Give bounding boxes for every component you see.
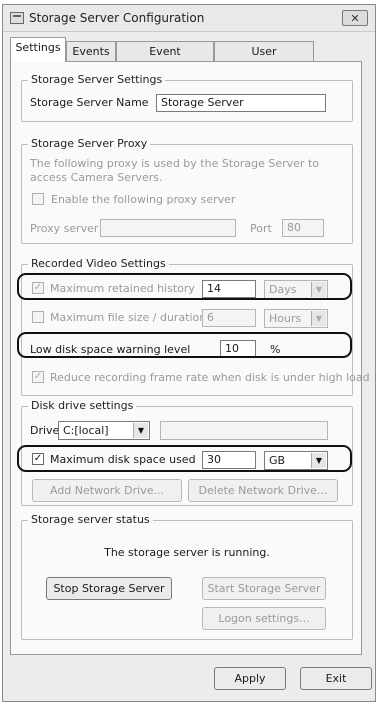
window-title: Storage Server Configuration [29, 11, 205, 25]
storage-server-settings-group: Storage Server Settings Storage Server N… [21, 73, 353, 122]
max-file-size-input[interactable]: 6 [202, 309, 256, 327]
storage-server-status-group: Storage server status The storage server… [21, 513, 353, 640]
dropdown-arrow-icon: ▼ [133, 423, 148, 438]
dropdown-arrow-icon: ▼ [311, 311, 326, 326]
drive-info-field [160, 421, 328, 440]
port-label: Port [250, 222, 272, 235]
logon-settings-button[interactable]: Logon settings... [202, 607, 326, 630]
reduce-frame-rate-label: Reduce recording frame rate when disk is… [50, 371, 370, 384]
highlight-retained-history [17, 273, 352, 300]
proxy-server-input[interactable] [100, 219, 236, 237]
group-legend: Storage Server Settings [28, 73, 166, 86]
max-file-size-label: Maximum file size / duration [50, 311, 207, 324]
group-legend: Disk drive settings [28, 399, 137, 412]
tab-user-management[interactable]: User Management [214, 41, 314, 77]
group-legend: Storage Server Proxy [28, 137, 151, 150]
storage-server-proxy-group: Storage Server Proxy The following proxy… [21, 137, 353, 244]
exit-button[interactable]: Exit [300, 667, 372, 690]
reduce-frame-rate-checkbox[interactable]: ✓ [32, 371, 44, 383]
apply-button[interactable]: Apply [214, 667, 286, 690]
settings-panel: Storage Server Settings Storage Server N… [10, 61, 370, 655]
file-size-unit-select[interactable]: Hours ▼ [264, 309, 328, 328]
highlight-low-disk-warning [17, 332, 352, 358]
proxy-description: The following proxy is used by the Stora… [30, 157, 319, 184]
proxy-server-label: Proxy server [30, 222, 99, 235]
delete-network-drive-button[interactable]: Delete Network Drive... [188, 479, 338, 502]
tab-event-notification[interactable]: Event Notification [116, 41, 214, 77]
drive-value: C:[local] [63, 424, 109, 437]
highlight-max-disk-space [17, 445, 352, 472]
tab-settings[interactable]: Settings [10, 37, 66, 62]
tab-events[interactable]: Events [66, 41, 116, 61]
enable-proxy-label: Enable the following proxy server [51, 193, 236, 206]
drive-label: Drive [30, 424, 60, 437]
group-legend: Storage server status [28, 513, 153, 526]
start-storage-server-button[interactable]: Start Storage Server [202, 577, 326, 600]
max-file-size-checkbox[interactable] [32, 311, 44, 323]
server-name-input[interactable]: Storage Server [156, 94, 326, 112]
app-icon [10, 12, 24, 24]
drive-select[interactable]: C:[local] ▼ [58, 421, 150, 440]
stop-storage-server-button[interactable]: Stop Storage Server [46, 577, 172, 600]
port-input[interactable]: 80 [282, 219, 324, 237]
enable-proxy-checkbox[interactable] [32, 193, 44, 205]
title-bar: Storage Server Configuration ✕ [3, 5, 375, 32]
group-legend: Recorded Video Settings [28, 257, 169, 270]
server-name-label: Storage Server Name [30, 96, 149, 109]
close-button[interactable]: ✕ [342, 10, 368, 26]
server-status-text: The storage server is running. [104, 546, 270, 559]
file-size-unit-value: Hours [269, 312, 302, 325]
add-network-drive-button[interactable]: Add Network Drive... [32, 479, 182, 502]
